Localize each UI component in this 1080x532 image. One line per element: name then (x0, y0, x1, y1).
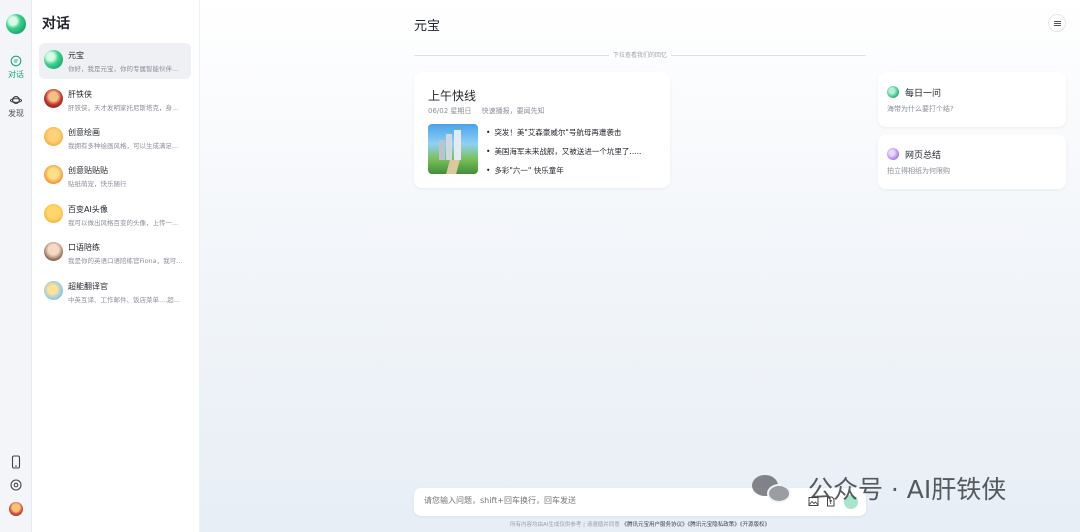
footer-link-service[interactable]: 《腾讯元宝用户服务协议》 (621, 522, 687, 528)
conversation-item-translator[interactable]: 超能翻译官 中英互译、工作邮件、饭店菜单....超... (39, 274, 191, 310)
footer-link-license[interactable]: 《开源版权》 (740, 522, 770, 528)
menu-icon-line (1054, 25, 1061, 26)
news-title: 上午快线 (428, 89, 477, 103)
thumb-path (446, 160, 460, 174)
stickers-avatar (44, 165, 63, 184)
wechat-logo-icon (752, 473, 792, 503)
conversation-preview: 我可以做出风格百变的头像，上传一... (68, 219, 179, 227)
yuanbao-logo-icon[interactable] (6, 14, 26, 34)
page-title: 元宝 (414, 19, 441, 34)
conversation-item-avatar-maker[interactable]: 百变AI头像 我可以做出风格百变的头像，上传一... (39, 197, 191, 233)
daily-question-icon (887, 86, 899, 98)
nav-discover-label: 发现 (8, 109, 24, 118)
chat-icon (10, 55, 22, 67)
settings-gear-icon[interactable] (9, 478, 23, 492)
history-hint-text: 下拉查看我们的回忆 (608, 52, 671, 59)
news-bullets: 突发！美"艾森豪威尔"号航母再遭袭击 美国海军未来战舰，又被送进一个坑里了...… (486, 127, 641, 184)
list-title: 对话 (42, 16, 70, 32)
news-tagline: 快速播报，要闻先知 (481, 107, 545, 115)
wechat-bubble (767, 484, 791, 503)
drawing-avatar (44, 127, 63, 146)
news-bullet[interactable]: 突发！美"艾森豪威尔"号航母再遭袭击 (486, 127, 641, 138)
thumb-building (454, 130, 461, 160)
footer-link-privacy[interactable]: 《腾讯元宝隐私政策》 (687, 522, 739, 528)
user-avatar[interactable] (9, 502, 23, 516)
news-thumbnail (428, 124, 478, 174)
daily-question-subtitle: 海带为什么要打个结? (887, 105, 954, 113)
history-hint[interactable]: 下拉查看我们的回忆 (414, 50, 866, 60)
conversation-name: 口语陪练 (68, 243, 100, 252)
web-summary-icon (887, 148, 899, 160)
conversation-preview: 你好，我是元宝，你的专属智能伙伴... (68, 65, 179, 73)
conversation-name: 百变AI头像 (68, 205, 108, 214)
yuanbao-avatar (44, 50, 63, 69)
conversation-preview: 肝铁侠，天才发明家托尼斯塔克，身... (68, 104, 179, 112)
conversation-name: 创意贴贴贴 (68, 166, 108, 175)
conversation-preview: 我拥有多种绘画风格，可以生成满足... (68, 142, 179, 150)
history-hint-wrap: 下拉查看我们的回忆 (414, 50, 866, 59)
conversation-item-stickers[interactable]: 创意贴贴贴 贴纸萌宠，快乐随行 (39, 158, 191, 194)
web-summary-subtitle: 拍立得相纸为何限购 (887, 167, 950, 175)
conversation-list: 对话 元宝 你好，我是元宝，你的专属智能伙伴... 肝铁侠 肝铁侠，天才发明家托… (32, 0, 200, 532)
daily-question-card[interactable]: 每日一问 海带为什么要打个结? (878, 72, 1066, 127)
nav-chat[interactable]: 对话 (0, 55, 32, 80)
main-panel: 元宝 下拉查看我们的回忆 上午快线 06/02 星期日 快速播报，要闻先知 突发… (200, 0, 1080, 532)
icon-rail: 对话 发现 (0, 0, 32, 532)
thumb-building (439, 140, 445, 160)
watermark: 公众号 · AI肝铁侠 (752, 470, 1006, 506)
news-date: 06/02 星期日 (428, 107, 472, 115)
footer-disclaimer: 所有内容均由AI生成仅供参考 | 请遵循并同意 《腾讯元宝用户服务协议》《腾讯元… (414, 520, 866, 528)
mobile-icon[interactable] (9, 455, 23, 469)
conversation-item-drawing[interactable]: 创意绘画 我拥有多种绘画风格，可以生成满足... (39, 120, 191, 156)
conversation-name: 超能翻译官 (68, 282, 108, 291)
conversation-item-oral-practice[interactable]: 口语陪练 我是你的英语口语陪练官Fiona，我可... (39, 235, 191, 271)
ironman-avatar (44, 89, 63, 108)
news-bullet[interactable]: 美国海军未来战舰，又被送进一个坑里了..... (486, 146, 641, 157)
conversation-preview: 我是你的英语口语陪练官Fiona，我可... (68, 257, 183, 265)
translator-avatar (44, 281, 63, 300)
conversation-item-ironman[interactable]: 肝铁侠 肝铁侠，天才发明家托尼斯塔克，身... (39, 82, 191, 118)
nav-discover[interactable]: 发现 (0, 94, 32, 119)
conversation-item-yuanbao[interactable]: 元宝 你好，我是元宝，你的专属智能伙伴... (39, 43, 191, 79)
conversation-preview: 贴纸萌宠，快乐随行 (68, 180, 127, 188)
conversation-name: 元宝 (68, 51, 84, 60)
daily-question-title: 每日一问 (905, 89, 942, 99)
menu-button[interactable] (1048, 14, 1066, 32)
web-summary-card[interactable]: 网页总结 拍立得相纸为何限购 (878, 134, 1066, 189)
web-summary-title: 网页总结 (905, 151, 942, 161)
news-bullet[interactable]: 多彩"六一" 快乐童年 (486, 165, 641, 176)
menu-icon (1054, 21, 1061, 22)
oral-practice-avatar (44, 242, 63, 261)
menu-icon-line (1054, 23, 1061, 24)
watermark-text: 公众号 · AI肝铁侠 (807, 475, 1007, 504)
thumb-building (446, 134, 452, 160)
conversation-preview: 中英互译、工作邮件、饭店菜单....超... (68, 296, 180, 304)
conversation-name: 肝铁侠 (68, 90, 92, 99)
chat-input[interactable] (424, 496, 784, 505)
footer-prefix: 所有内容均由AI生成仅供参考 | 请遵循并同意 (509, 522, 620, 528)
news-meta: 06/02 星期日 快速播报，要闻先知 (428, 106, 553, 116)
news-card[interactable]: 上午快线 06/02 星期日 快速播报，要闻先知 突发！美"艾森豪威尔"号航母再… (414, 72, 670, 188)
planet-icon (10, 96, 22, 104)
nav-chat-label: 对话 (8, 70, 24, 79)
avatar-maker-avatar (44, 204, 63, 223)
conversation-name: 创意绘画 (68, 128, 100, 137)
